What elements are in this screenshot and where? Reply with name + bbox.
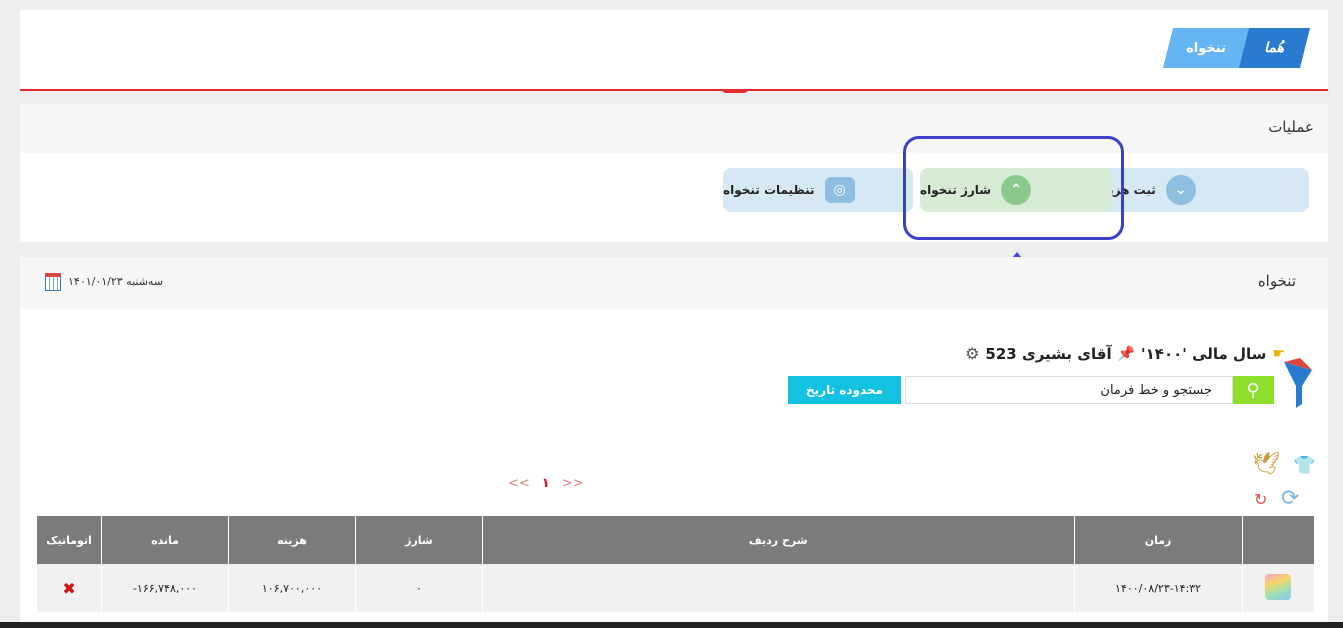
col-header-balance[interactable]: مانده: [101, 516, 229, 564]
cell-cost: ۱۰۶,۷۰۰,۰۰۰: [228, 564, 356, 612]
operations-header: [20, 104, 1328, 153]
current-date: سه‌شنبه ۱۴۰۱/۰۱/۲۳: [68, 275, 164, 288]
header-bar: [20, 10, 1328, 90]
register-expense-button[interactable]: ⌄ ثبت هزینه: [1097, 168, 1309, 212]
pager-next[interactable]: >>: [562, 476, 584, 491]
user-name[interactable]: آقای بشیری 523: [985, 345, 1111, 363]
pager-current[interactable]: ۱: [542, 476, 550, 491]
money-icon: ◎: [824, 177, 855, 203]
col-header-description[interactable]: شرح ردیف: [481, 516, 1075, 564]
fiscal-info: ☛ سال مالی '۱۴۰۰' 📌 آقای بشیری 523 ⚙: [965, 344, 1285, 363]
search-icon: ⚲: [1246, 379, 1260, 401]
cell-balance: ۱۶۶,۷۴۸,۰۰۰-: [101, 564, 229, 612]
col-header-charge[interactable]: شارژ: [354, 516, 483, 564]
fiscal-year[interactable]: سال مالی '۱۴۰۰': [1141, 345, 1266, 363]
transactions-table: زمان شرح ردیف شارژ هزینه مانده اتوماتیک …: [35, 516, 1314, 612]
shirt-icon[interactable]: 👕: [1293, 455, 1315, 476]
breadcrumb-app[interactable]: هُما: [1238, 28, 1310, 68]
col-header-cost[interactable]: هزینه: [228, 516, 356, 564]
petty-cash-settings-label: تنظیمات تنخواه: [723, 183, 815, 197]
refresh-icon[interactable]: ⟳: [1281, 486, 1299, 511]
pager-prev[interactable]: <<: [508, 476, 530, 491]
cell-time: ۱۴۰۰/۰۸/۲۳-۱۴:۳۲: [1073, 564, 1243, 612]
close-icon[interactable]: ✖: [62, 579, 75, 598]
bird-icon[interactable]: 🕊: [1252, 452, 1280, 477]
petty-cash-settings-button[interactable]: ◎ تنظیمات تنخواه: [723, 168, 913, 212]
cell-automatic: ✖: [35, 564, 102, 612]
highlight-box: [903, 136, 1124, 240]
filter-funnel-icon[interactable]: [1282, 358, 1314, 410]
col-header-time[interactable]: زمان: [1073, 516, 1243, 564]
calendar-icon[interactable]: [45, 273, 61, 291]
search-button[interactable]: ⚲: [1232, 376, 1274, 404]
table-header-row: زمان شرح ردیف شارژ هزینه مانده اتوماتیک: [35, 516, 1314, 564]
operations-title: عملیات: [1268, 118, 1314, 136]
breadcrumb-page[interactable]: تنخواه: [1163, 28, 1249, 68]
page-title: تنخواه: [1257, 272, 1296, 290]
chevron-down-icon: ⌄: [1165, 175, 1196, 205]
table-row[interactable]: ۱۴۰۰/۰۸/۲۳-۱۴:۳۲ ۰ ۱۰۶,۷۰۰,۰۰۰ ۱۶۶,۷۴۸,۰…: [35, 564, 1314, 612]
search-input[interactable]: [905, 376, 1233, 404]
pagination: << ۱ >>: [508, 476, 584, 491]
gear-icon[interactable]: ⚙: [965, 344, 979, 363]
row-type-icon: [1265, 573, 1292, 600]
pin-icon: 📌: [1117, 345, 1136, 362]
row-icon-cell: [1241, 564, 1314, 612]
date-range-button[interactable]: محدوده تاریخ: [788, 376, 901, 404]
bottom-edge: [0, 622, 1343, 628]
col-header-icon: [1241, 516, 1314, 564]
cell-charge: ۰: [354, 564, 483, 612]
main-header: [20, 257, 1328, 309]
header-divider: [20, 89, 1328, 91]
header-notch: [722, 89, 748, 93]
col-header-automatic[interactable]: اتوماتیک: [35, 516, 102, 564]
reset-icon[interactable]: ↻: [1254, 490, 1267, 509]
cell-description: [481, 564, 1075, 612]
